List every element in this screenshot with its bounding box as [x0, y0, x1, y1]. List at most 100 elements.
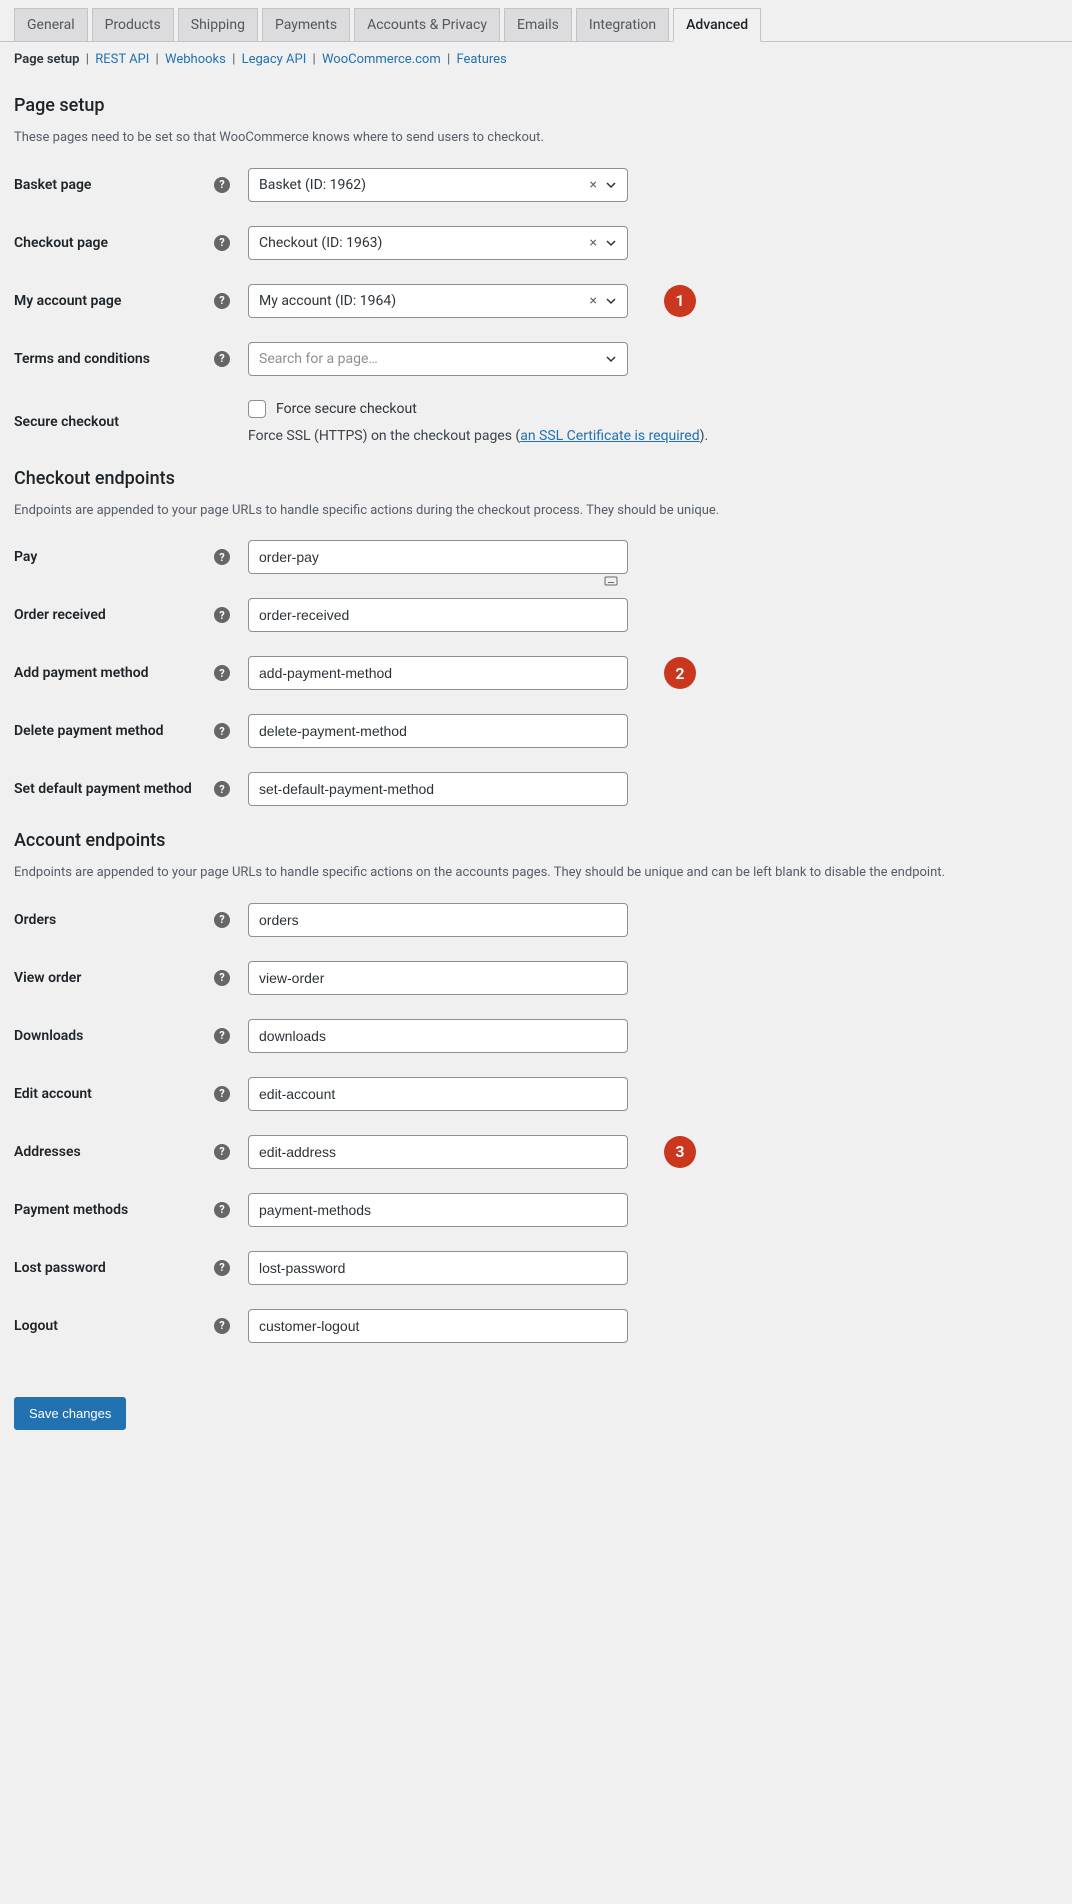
input-pay[interactable]	[248, 540, 628, 574]
input-delete-payment-method[interactable]	[248, 714, 628, 748]
tab-integration[interactable]: Integration	[576, 8, 669, 41]
label-checkout-page: Checkout page	[14, 235, 214, 251]
select-my-account-page[interactable]: My account (ID: 1964)×	[248, 284, 628, 318]
label-add-payment-method: Add payment method	[14, 665, 214, 681]
subnav-link-rest-api[interactable]: REST API	[95, 52, 149, 67]
help-icon[interactable]: ?	[214, 177, 230, 193]
tab-payments[interactable]: Payments	[262, 8, 350, 41]
clear-icon[interactable]: ×	[590, 177, 597, 193]
input-downloads[interactable]	[248, 1019, 628, 1053]
help-icon[interactable]: ?	[214, 351, 230, 367]
label-order-received: Order received	[14, 607, 214, 623]
input-add-payment-method[interactable]	[248, 656, 628, 690]
row-logout: Logout?	[14, 1309, 1058, 1343]
select-checkout-page[interactable]: Checkout (ID: 1963)×	[248, 226, 628, 260]
subnav-link-legacy-api[interactable]: Legacy API	[242, 52, 307, 67]
row-checkout-page: Checkout page? Checkout (ID: 1963)×	[14, 226, 1058, 260]
help-icon[interactable]: ?	[214, 235, 230, 251]
section-desc-checkout-endpoints: Endpoints are appended to your page URLs…	[14, 501, 1058, 521]
checkbox-label-force-secure: Force secure checkout	[276, 401, 417, 417]
row-my-account-page: My account page? My account (ID: 1964)× 1	[14, 284, 1058, 318]
clear-icon[interactable]: ×	[590, 293, 597, 309]
label-set-default-payment-method: Set default payment method	[14, 781, 214, 797]
checkbox-force-secure[interactable]	[248, 400, 266, 418]
tab-emails[interactable]: Emails	[504, 8, 572, 41]
label-my-account-page: My account page	[14, 293, 214, 309]
help-icon[interactable]: ?	[214, 912, 230, 928]
ssl-link[interactable]: an SSL Certificate is required	[520, 428, 699, 444]
help-icon[interactable]: ?	[214, 1086, 230, 1102]
section-desc-page-setup: These pages need to be set so that WooCo…	[14, 128, 1058, 148]
help-icon[interactable]: ?	[214, 1202, 230, 1218]
label-secure-checkout: Secure checkout	[14, 414, 214, 430]
help-icon[interactable]: ?	[214, 781, 230, 797]
section-desc-account-endpoints: Endpoints are appended to your page URLs…	[14, 863, 1058, 883]
secure-checkout-desc: Force SSL (HTTPS) on the checkout pages …	[248, 428, 708, 444]
chevron-down-icon	[605, 179, 617, 191]
input-lost-password[interactable]	[248, 1251, 628, 1285]
help-icon[interactable]: ?	[214, 549, 230, 565]
input-addresses[interactable]	[248, 1135, 628, 1169]
label-orders: Orders	[14, 912, 214, 928]
subnav-current: Page setup	[14, 52, 80, 67]
label-terms-and-conditions: Terms and conditions	[14, 351, 214, 367]
subnav-link-webhooks[interactable]: Webhooks	[165, 52, 226, 67]
label-addresses: Addresses	[14, 1144, 214, 1160]
chevron-down-icon	[605, 353, 617, 365]
row-add-payment-method: Add payment method? 2	[14, 656, 1058, 690]
clear-icon[interactable]: ×	[590, 235, 597, 251]
label-view-order: View order	[14, 970, 214, 986]
subnav-link-features[interactable]: Features	[456, 52, 506, 67]
tab-products[interactable]: Products	[92, 8, 174, 41]
save-button[interactable]: Save changes	[14, 1397, 126, 1430]
input-logout[interactable]	[248, 1309, 628, 1343]
input-order-received[interactable]	[248, 598, 628, 632]
input-view-order[interactable]	[248, 961, 628, 995]
input-set-default-payment-method[interactable]	[248, 772, 628, 806]
subnav-link-woocommerce-com[interactable]: WooCommerce.com	[322, 52, 441, 67]
help-icon[interactable]: ?	[214, 1318, 230, 1334]
section-title-account-endpoints: Account endpoints	[14, 830, 1058, 851]
label-basket-page: Basket page	[14, 177, 214, 193]
annotation-badge-2: 2	[664, 657, 696, 689]
input-edit-account[interactable]	[248, 1077, 628, 1111]
tab-advanced[interactable]: Advanced	[673, 8, 761, 42]
row-secure-checkout: Secure checkout Force secure checkout Fo…	[14, 400, 1058, 444]
help-icon[interactable]: ?	[214, 607, 230, 623]
row-view-order: View order?	[14, 961, 1058, 995]
select-terms-and-conditions[interactable]: Search for a page…	[248, 342, 628, 376]
label-delete-payment-method: Delete payment method	[14, 723, 214, 739]
row-set-default-payment-method: Set default payment method?	[14, 772, 1058, 806]
help-icon[interactable]: ?	[214, 1028, 230, 1044]
row-downloads: Downloads?	[14, 1019, 1058, 1053]
select-basket-page[interactable]: Basket (ID: 1962)×	[248, 168, 628, 202]
row-payment-methods: Payment methods?	[14, 1193, 1058, 1227]
section-title-checkout-endpoints: Checkout endpoints	[14, 468, 1058, 489]
subnav: Page setup | REST API | Webhooks | Legac…	[0, 42, 1072, 77]
section-title-page-setup: Page setup	[14, 95, 1058, 116]
input-orders[interactable]	[248, 903, 628, 937]
tab-accounts-privacy[interactable]: Accounts & Privacy	[354, 8, 500, 41]
help-icon[interactable]: ?	[214, 970, 230, 986]
row-addresses: Addresses? 3	[14, 1135, 1058, 1169]
row-pay: Pay?	[14, 540, 1058, 574]
help-icon[interactable]: ?	[214, 665, 230, 681]
tab-general[interactable]: General	[14, 8, 88, 41]
help-icon[interactable]: ?	[214, 723, 230, 739]
annotation-badge-1: 1	[664, 285, 696, 317]
annotation-badge-3: 3	[664, 1136, 696, 1168]
row-terms-and-conditions: Terms and conditions? Search for a page…	[14, 342, 1058, 376]
help-icon[interactable]: ?	[214, 293, 230, 309]
help-icon[interactable]: ?	[214, 1144, 230, 1160]
label-edit-account: Edit account	[14, 1086, 214, 1102]
input-payment-methods[interactable]	[248, 1193, 628, 1227]
chevron-down-icon	[605, 237, 617, 249]
chevron-down-icon	[605, 295, 617, 307]
tab-shipping[interactable]: Shipping	[178, 8, 258, 41]
help-icon[interactable]: ?	[214, 1260, 230, 1276]
row-basket-page: Basket page? Basket (ID: 1962)×	[14, 168, 1058, 202]
row-lost-password: Lost password?	[14, 1251, 1058, 1285]
label-payment-methods: Payment methods	[14, 1202, 214, 1218]
row-order-received: Order received?	[14, 598, 1058, 632]
label-downloads: Downloads	[14, 1028, 214, 1044]
